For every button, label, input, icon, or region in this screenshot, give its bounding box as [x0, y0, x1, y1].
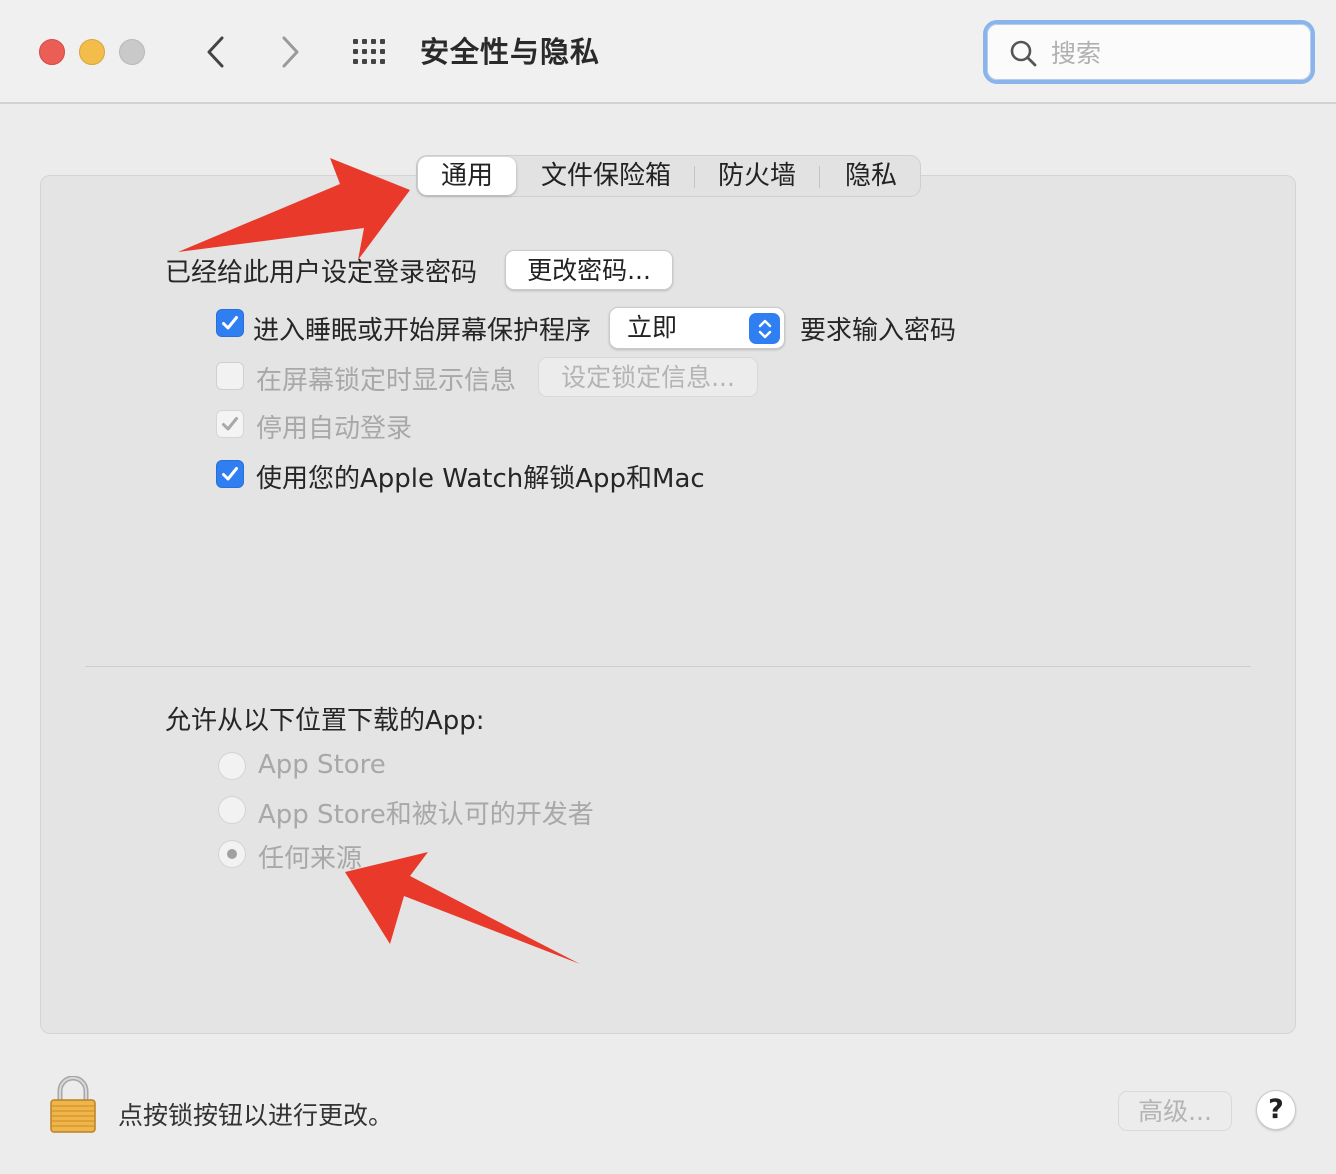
chevron-left-icon — [207, 36, 224, 68]
close-window-button[interactable] — [39, 39, 65, 65]
back-button[interactable] — [196, 30, 236, 74]
radio-app-store-identified-developers[interactable] — [218, 796, 246, 824]
select-value: 立即 — [627, 313, 678, 342]
stepper-arrows-icon — [749, 313, 780, 344]
radio-anywhere[interactable] — [218, 840, 246, 868]
set-lock-message-button[interactable]: 设定锁定信息... — [538, 357, 758, 397]
allow-apps-heading: 允许从以下位置下载的App: — [165, 706, 485, 736]
tab-general[interactable]: 通用 — [418, 157, 516, 195]
checkmark-icon — [222, 467, 238, 481]
disable-autologin-checkbox[interactable] — [216, 410, 244, 438]
forward-button[interactable] — [270, 30, 310, 74]
radio-app-store-identified-developers-label: App Store和被认可的开发者 — [258, 800, 594, 830]
chevron-right-icon — [282, 36, 299, 68]
checkmark-icon — [222, 316, 238, 330]
search-icon — [1010, 40, 1037, 67]
tab-firewall[interactable]: 防火墙 — [699, 156, 815, 196]
title-bar: 安全性与隐私 — [0, 0, 1336, 104]
section-divider — [85, 666, 1251, 667]
require-password-label: 进入睡眠或开始屏幕保护程序 — [253, 316, 592, 346]
require-password-checkbox[interactable] — [216, 309, 244, 337]
disable-autologin-label: 停用自动登录 — [256, 414, 413, 444]
tab-separator — [819, 166, 820, 188]
require-password-suffix: 要求输入密码 — [800, 316, 957, 346]
search-field[interactable] — [983, 20, 1315, 84]
radio-selected-dot — [227, 849, 237, 859]
lock-button[interactable] — [48, 1075, 98, 1138]
show-all-button[interactable] — [350, 36, 394, 68]
change-password-button[interactable]: 更改密码... — [505, 250, 673, 290]
help-button[interactable]: ? — [1256, 1090, 1296, 1130]
tab-filevault[interactable]: 文件保险箱 — [523, 156, 689, 196]
password-set-label: 已经给此用户设定登录密码 — [165, 258, 478, 288]
search-input[interactable] — [1049, 34, 1283, 72]
window-title: 安全性与隐私 — [420, 35, 601, 69]
zoom-window-button[interactable] — [119, 39, 145, 65]
tab-privacy[interactable]: 隐私 — [823, 156, 919, 196]
radio-app-store-label: App Store — [258, 750, 386, 780]
apple-watch-unlock-label: 使用您的Apple Watch解锁App和Mac — [256, 464, 705, 494]
grid-icon — [353, 39, 385, 64]
radio-app-store[interactable] — [218, 752, 246, 780]
apple-watch-unlock-checkbox[interactable] — [216, 460, 244, 488]
lock-hint-text: 点按锁按钮以进行更改。 — [118, 1101, 394, 1130]
radio-anywhere-label: 任何来源 — [258, 844, 363, 874]
checkmark-icon — [222, 417, 238, 431]
minimize-window-button[interactable] — [79, 39, 105, 65]
require-password-delay-select[interactable]: 立即 — [609, 307, 785, 349]
content-panel — [40, 175, 1296, 1034]
preferences-window: 安全性与隐私 通用 文件保险箱 防火墙 隐私 已经给此用户设定登录密码 更改密码… — [0, 0, 1336, 1174]
tab-bar: 通用 文件保险箱 防火墙 隐私 — [416, 155, 921, 197]
tab-separator — [694, 166, 695, 188]
advanced-button[interactable]: 高级... — [1118, 1091, 1232, 1131]
padlock-icon — [50, 1075, 96, 1133]
show-lock-message-label: 在屏幕锁定时显示信息 — [256, 366, 517, 396]
show-lock-message-checkbox[interactable] — [216, 362, 244, 390]
